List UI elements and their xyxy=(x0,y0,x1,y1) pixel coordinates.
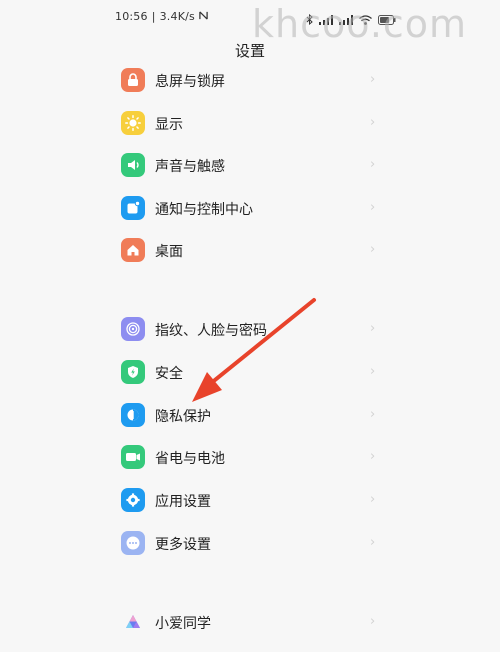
settings-item-lockscreen[interactable]: 息屏与锁屏 › xyxy=(0,60,500,100)
privacy-icon xyxy=(121,403,145,427)
chevron-right-icon: › xyxy=(370,72,376,87)
chevron-right-icon: › xyxy=(370,535,376,550)
battery-icon xyxy=(121,445,145,469)
settings-item-security[interactable]: 安全 › xyxy=(0,352,500,392)
settings-item-display[interactable]: 显示 › xyxy=(0,103,500,143)
status-network-speed: 3.4K/s xyxy=(159,10,195,23)
speaker-icon xyxy=(121,153,145,177)
lock-screen-icon xyxy=(121,68,145,92)
chevron-right-icon: › xyxy=(370,157,376,172)
chevron-right-icon: › xyxy=(370,407,376,422)
chevron-right-icon: › xyxy=(370,242,376,257)
chevron-right-icon: › xyxy=(370,115,376,130)
settings-item-battery[interactable]: 省电与电池 › xyxy=(0,437,500,477)
settings-item-more[interactable]: 更多设置 › xyxy=(0,523,500,563)
status-divider: | xyxy=(151,10,156,23)
settings-item-xiaoai[interactable]: 小爱同学 › xyxy=(0,602,500,642)
settings-item-label: 通知与控制中心 xyxy=(155,202,253,218)
status-left: 10:56 | 3.4K/s xyxy=(115,10,208,23)
settings-item-label: 显示 xyxy=(155,117,183,133)
nfc-icon xyxy=(199,10,208,23)
shield-icon xyxy=(121,360,145,384)
settings-item-privacy[interactable]: 隐私保护 › xyxy=(0,395,500,435)
settings-item-label: 隐私保护 xyxy=(155,409,211,425)
sun-icon xyxy=(121,111,145,135)
settings-item-fingerprint[interactable]: 指纹、人脸与密码 › xyxy=(0,309,500,349)
chevron-right-icon: › xyxy=(370,364,376,379)
page-title: 设置 xyxy=(234,42,265,60)
settings-item-label: 更多设置 xyxy=(155,537,211,553)
notification-icon xyxy=(121,196,145,220)
chevron-right-icon: › xyxy=(370,200,376,215)
xiaoai-icon xyxy=(121,610,145,634)
settings-item-apps[interactable]: 应用设置 › xyxy=(0,480,500,520)
settings-item-label: 指纹、人脸与密码 xyxy=(155,323,267,339)
settings-item-label: 应用设置 xyxy=(155,494,211,510)
fingerprint-icon xyxy=(121,317,145,341)
settings-item-label: 桌面 xyxy=(155,244,183,260)
gear-icon xyxy=(121,488,145,512)
home-icon xyxy=(121,238,145,262)
settings-item-sound[interactable]: 声音与触感 › xyxy=(0,145,500,185)
settings-item-desktop[interactable]: 桌面 › xyxy=(0,230,500,270)
chevron-right-icon: › xyxy=(370,614,376,629)
chevron-right-icon: › xyxy=(370,492,376,507)
chevron-right-icon: › xyxy=(370,321,376,336)
more-icon xyxy=(121,531,145,555)
settings-item-label: 声音与触感 xyxy=(155,159,225,175)
settings-item-label: 省电与电池 xyxy=(155,451,225,467)
settings-item-notifications[interactable]: 通知与控制中心 › xyxy=(0,188,500,228)
settings-item-label: 小爱同学 xyxy=(155,616,211,632)
status-time: 10:56 xyxy=(115,10,148,23)
settings-item-label: 息屏与锁屏 xyxy=(155,74,225,90)
settings-item-label: 安全 xyxy=(155,366,183,382)
chevron-right-icon: › xyxy=(370,449,376,464)
